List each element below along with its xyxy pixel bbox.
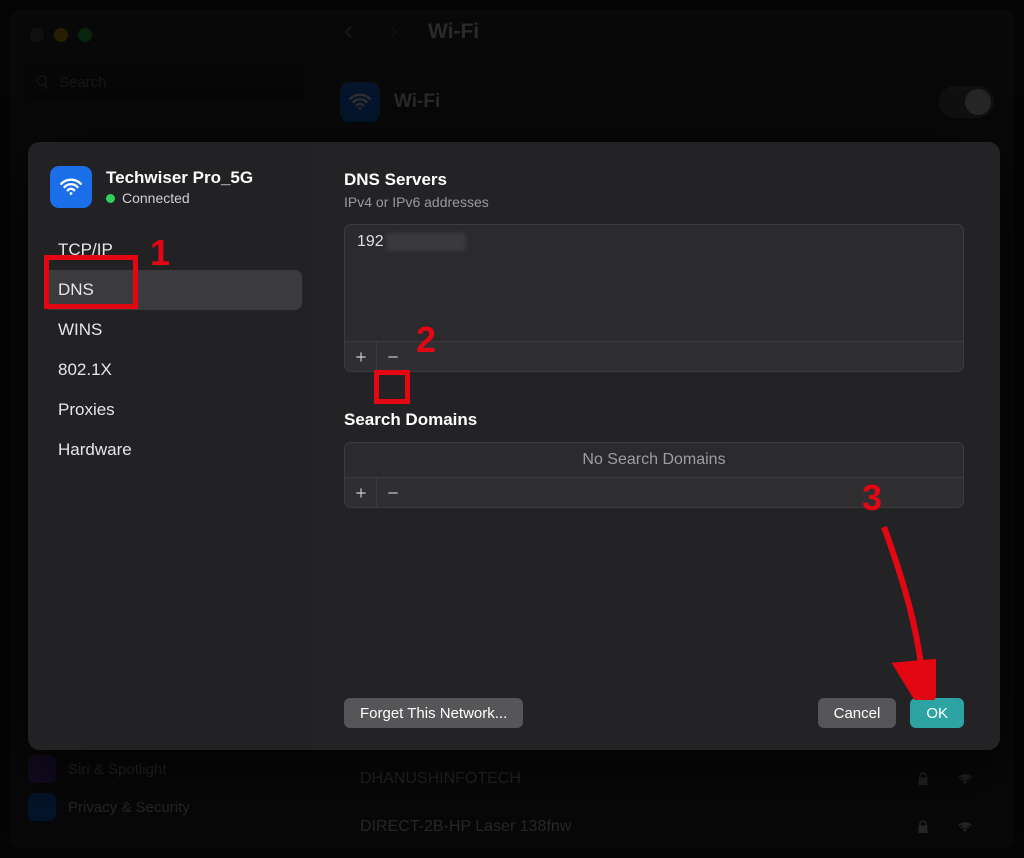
tab-8021x[interactable]: 802.1X [44,350,302,390]
sheet-content: DNS Servers IPv4 or IPv6 addresses 192 S… [312,142,1000,750]
plus-icon [354,486,368,500]
sheet-sidebar: Techwiser Pro_5G Connected TCP/IP DNS WI… [28,142,312,750]
tab-wins[interactable]: WINS [44,310,302,350]
dns-servers-subtitle: IPv4 or IPv6 addresses [344,194,964,210]
network-status: Connected [106,190,253,206]
add-dns-button[interactable] [345,342,377,372]
status-dot-icon [106,194,115,203]
minus-icon [386,350,400,364]
dns-servers-list[interactable]: 192 [344,224,964,372]
tab-tcpip[interactable]: TCP/IP [44,230,302,270]
sheet-tabs: TCP/IP DNS WINS 802.1X Proxies Hardware [28,226,312,470]
sheet-footer: Forget This Network... Cancel OK [344,698,964,728]
search-domains-list[interactable]: No Search Domains [344,442,964,508]
network-name: Techwiser Pro_5G [106,168,253,188]
redacted-ip [386,233,466,251]
dns-server-row[interactable]: 192 [345,225,963,341]
network-settings-sheet: Techwiser Pro_5G Connected TCP/IP DNS WI… [28,142,1000,750]
tab-proxies[interactable]: Proxies [44,390,302,430]
dns-server-value: 192 [357,233,384,250]
tab-dns[interactable]: DNS [44,270,302,310]
plus-icon [354,350,368,364]
remove-search-domain-button[interactable] [377,478,409,508]
forget-network-button[interactable]: Forget This Network... [344,698,523,728]
cancel-button[interactable]: Cancel [818,698,897,728]
ok-button[interactable]: OK [910,698,964,728]
minus-icon [386,486,400,500]
sheet-network-header: Techwiser Pro_5G Connected [28,166,312,226]
add-search-domain-button[interactable] [345,478,377,508]
remove-dns-button[interactable] [377,342,409,372]
search-domains-title: Search Domains [344,410,964,430]
tab-hardware[interactable]: Hardware [44,430,302,470]
dns-servers-title: DNS Servers [344,170,964,190]
search-domains-empty: No Search Domains [345,443,963,477]
wifi-icon [50,166,92,208]
